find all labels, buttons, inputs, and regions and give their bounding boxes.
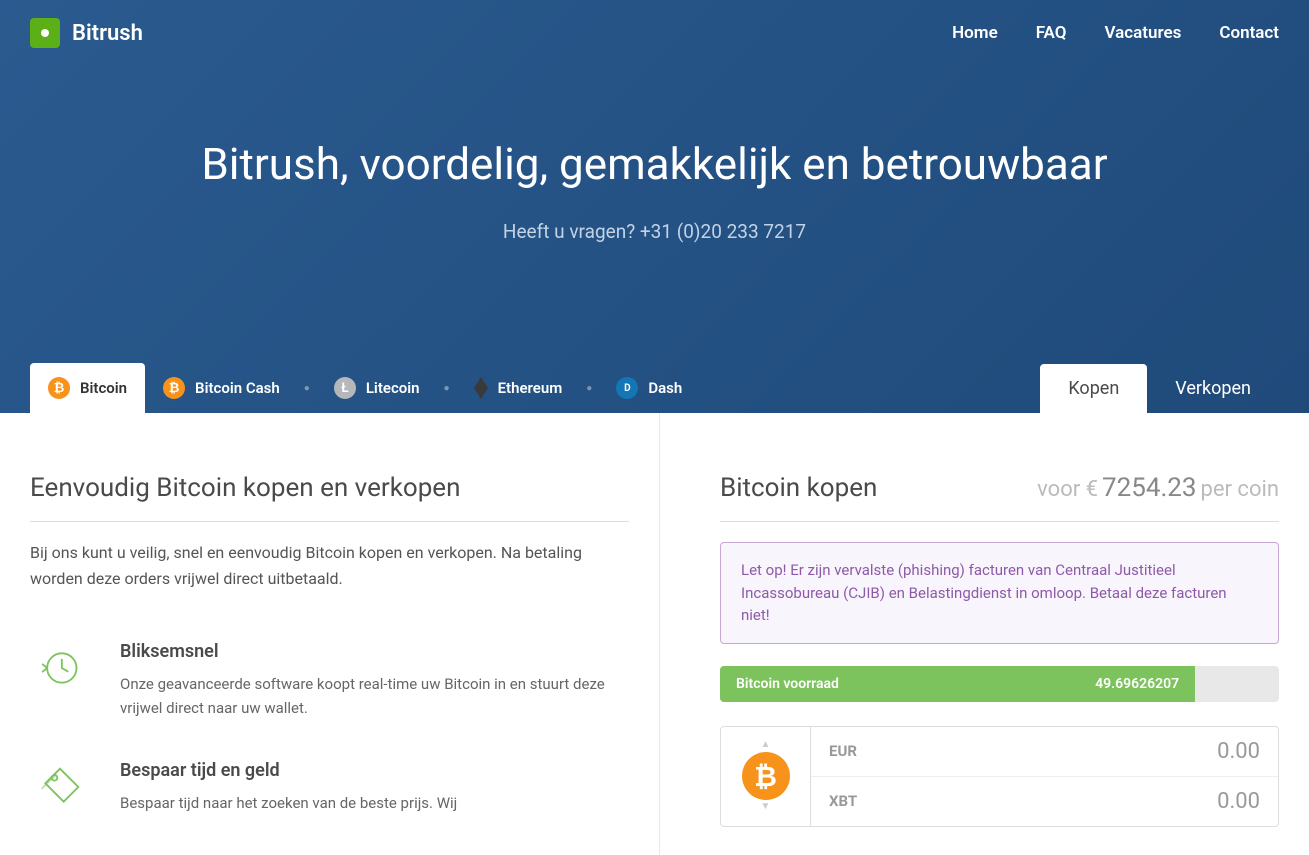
tab-dash-label: Dash — [648, 379, 682, 397]
eur-value: 0.00 — [1217, 739, 1260, 764]
price-suffix: per coin — [1201, 477, 1280, 502]
bitcoin-large-icon: ₿ — [742, 752, 790, 800]
tab-litecoin[interactable]: Ł Litecoin — [316, 363, 438, 413]
calculator: ▲ ₿ ▼ EUR 0.00 XBT 0.00 — [720, 726, 1279, 827]
logo[interactable]: Bitrush — [30, 18, 143, 48]
tab-ethereum[interactable]: Ethereum — [456, 363, 581, 413]
feature-bliksemsnel: Bliksemsnel Onze geavanceerde software k… — [30, 641, 629, 720]
intro-text: Bij ons kunt u veilig, snel en eenvoudig… — [30, 540, 629, 591]
bitcoin-cash-icon: ₿ — [163, 377, 185, 399]
tab-bitcoin-cash[interactable]: ₿ Bitcoin Cash — [145, 363, 298, 413]
top-nav: Home FAQ Vacatures Contact — [952, 23, 1279, 43]
tab-ethereum-label: Ethereum — [498, 379, 563, 397]
tab-verkopen[interactable]: Verkopen — [1147, 364, 1279, 413]
price-display: voor € 7254.23 per coin — [1037, 473, 1279, 503]
nav-vacatures[interactable]: Vacatures — [1105, 23, 1182, 43]
feature-bespaar: Bespaar tijd en geld Bespaar tijd naar h… — [30, 760, 629, 815]
tab-kopen[interactable]: Kopen — [1040, 364, 1147, 413]
nav-contact[interactable]: Contact — [1219, 23, 1279, 43]
nav-faq[interactable]: FAQ — [1036, 23, 1067, 43]
tab-litecoin-label: Litecoin — [366, 379, 420, 397]
arrow-down-icon[interactable]: ▼ — [761, 802, 771, 812]
calc-row-xbt[interactable]: XBT 0.00 — [811, 777, 1278, 826]
price-value: 7254.23 — [1102, 473, 1197, 503]
buy-title: Bitcoin kopen — [720, 473, 877, 503]
hero: Bitrush, voordelig, gemakkelijk en betro… — [0, 58, 1309, 363]
logo-icon — [30, 18, 60, 48]
dash-icon: D — [616, 377, 638, 399]
stock-value: 49.69626207 — [1095, 676, 1179, 692]
logo-text: Bitrush — [72, 21, 143, 46]
tab-bitcoin-label: Bitcoin — [80, 379, 127, 397]
tab-dash[interactable]: D Dash — [598, 363, 700, 413]
tab-bitcoin-cash-label: Bitcoin Cash — [195, 379, 280, 397]
arrow-up-icon[interactable]: ▲ — [761, 740, 771, 750]
nav-home[interactable]: Home — [952, 23, 998, 43]
hero-subtitle: Heeft u vragen? +31 (0)20 233 7217 — [20, 220, 1289, 243]
clock-icon — [30, 641, 90, 720]
feature2-text: Bespaar tijd naar het zoeken van de best… — [120, 791, 457, 815]
feature2-title: Bespaar tijd en geld — [120, 760, 457, 781]
warning-box: Let op! Er zijn vervalste (phishing) fac… — [720, 542, 1279, 644]
hero-title: Bitrush, voordelig, gemakkelijk en betro… — [20, 138, 1289, 190]
bitcoin-icon: ₿ — [48, 377, 70, 399]
price-prefix: voor € — [1037, 477, 1098, 502]
ethereum-icon — [474, 377, 488, 399]
tab-bitcoin[interactable]: ₿ Bitcoin — [30, 363, 145, 413]
xbt-label: XBT — [829, 792, 857, 810]
feature1-text: Onze geavanceerde software koopt real-ti… — [120, 672, 629, 720]
feature1-title: Bliksemsnel — [120, 641, 629, 662]
crypto-tabs: ₿ Bitcoin ₿ Bitcoin Cash ● Ł Litecoin ● … — [30, 363, 700, 413]
xbt-value: 0.00 — [1217, 789, 1260, 814]
calc-row-eur[interactable]: EUR 0.00 — [811, 727, 1278, 777]
left-section-title: Eenvoudig Bitcoin kopen en verkopen — [30, 473, 629, 522]
separator-dot: ● — [580, 383, 598, 394]
tag-icon — [30, 760, 90, 815]
action-tabs: Kopen Verkopen — [1040, 364, 1279, 413]
stock-bar: Bitcoin voorraad 49.69626207 — [720, 666, 1279, 702]
eur-label: EUR — [829, 742, 857, 760]
stock-label: Bitcoin voorraad — [736, 676, 839, 692]
separator-dot: ● — [298, 383, 316, 394]
separator-dot: ● — [438, 383, 456, 394]
litecoin-icon: Ł — [334, 377, 356, 399]
